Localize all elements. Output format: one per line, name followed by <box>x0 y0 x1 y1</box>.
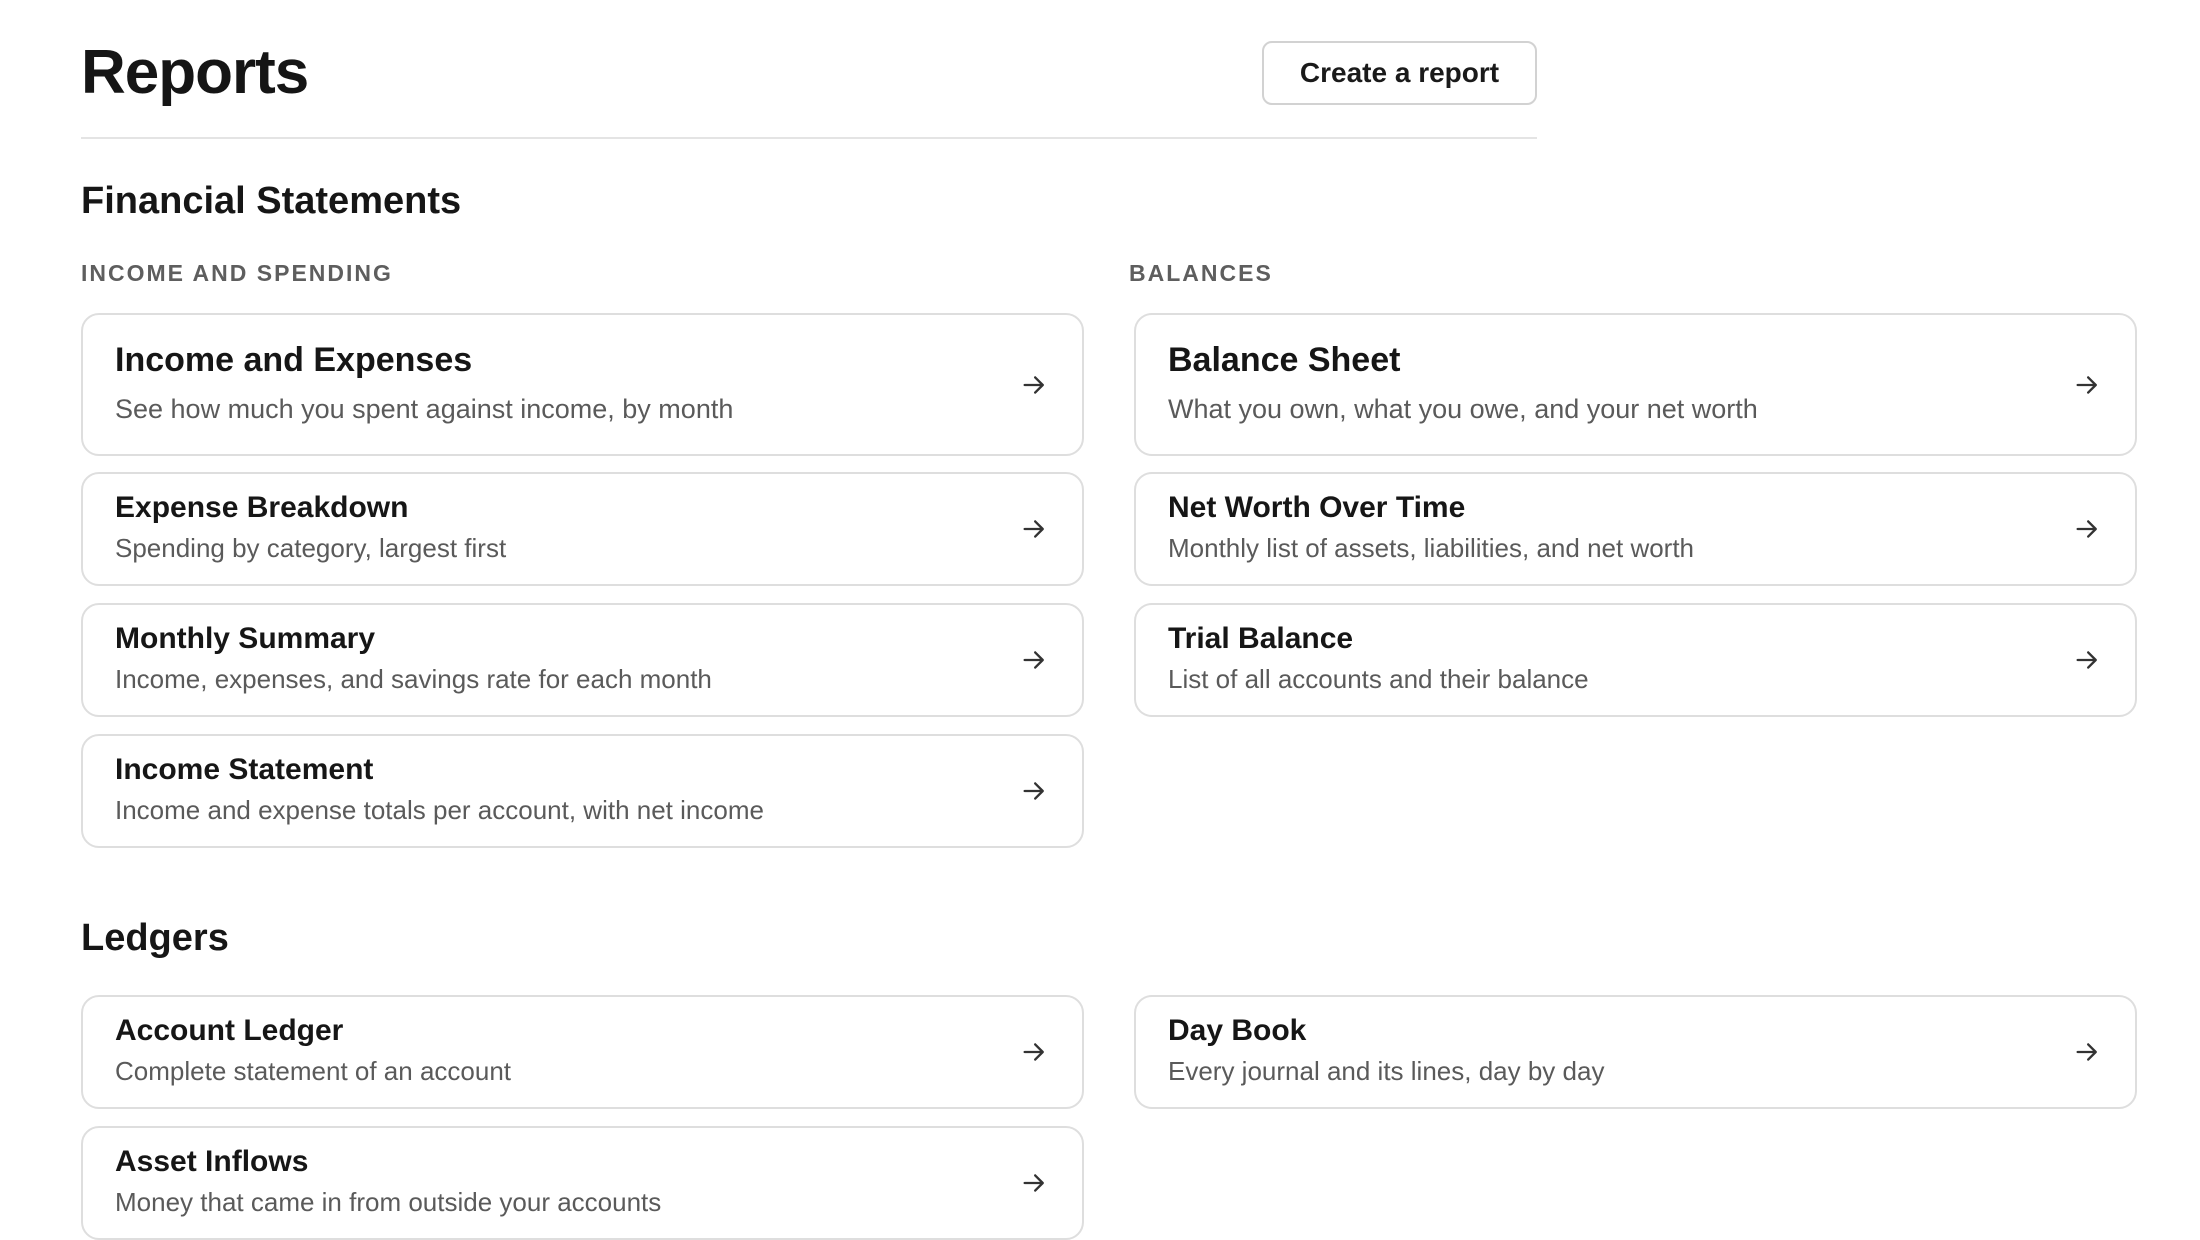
report-card-title: Monthly Summary <box>115 622 376 655</box>
report-card-description: Monthly list of assets, liabilities, and… <box>1168 533 1695 563</box>
section-title-financial-statements: Financial Statements <box>81 180 462 222</box>
report-card-description: List of all accounts and their balance <box>1168 664 1589 694</box>
report-card-title: Day Book <box>1168 1014 1307 1047</box>
report-card-balance-sheet[interactable]: Balance Sheet What you own, what you owe… <box>1134 313 2137 456</box>
page-header: Reports Create a report <box>81 36 1537 139</box>
arrow-right-icon <box>1023 1174 1044 1192</box>
report-card-description: What you own, what you owe, and your net… <box>1168 394 1758 424</box>
arrow-right-icon <box>2076 1043 2097 1061</box>
arrow-right-icon <box>1023 375 1044 394</box>
section-title-ledgers: Ledgers <box>81 917 229 959</box>
report-card-title: Income and Expenses <box>115 341 473 379</box>
report-card-title: Net Worth Over Time <box>1168 491 1466 524</box>
report-card-net-worth-over-time[interactable]: Net Worth Over Time Monthly list of asse… <box>1134 472 2137 586</box>
report-card-title: Balance Sheet <box>1168 341 1401 379</box>
page-title: Reports <box>81 38 309 107</box>
arrow-right-icon <box>2076 520 2097 538</box>
group-label-income-spending: INCOME AND SPENDING <box>81 260 393 286</box>
arrow-right-icon <box>2076 375 2097 394</box>
report-card-income-and-expenses[interactable]: Income and Expenses See how much you spe… <box>81 313 1084 456</box>
report-card-description: See how much you spent against income, b… <box>115 394 734 424</box>
report-card-description: Complete statement of an account <box>115 1056 512 1086</box>
arrow-right-icon <box>1023 782 1044 800</box>
arrow-right-icon <box>1023 651 1044 669</box>
report-card-title: Income Statement <box>115 753 374 786</box>
report-card-description: Money that came in from outside your acc… <box>115 1187 662 1217</box>
report-card-account-ledger[interactable]: Account Ledger Complete statement of an … <box>81 995 1084 1109</box>
report-card-day-book[interactable]: Day Book Every journal and its lines, da… <box>1134 995 2137 1109</box>
arrow-right-icon <box>2076 651 2097 669</box>
report-card-description: Income and expense totals per account, w… <box>115 795 764 825</box>
report-card-asset-inflows[interactable]: Asset Inflows Money that came in from ou… <box>81 1126 1084 1240</box>
report-card-description: Spending by category, largest first <box>115 533 507 563</box>
arrow-right-icon <box>1023 1043 1044 1061</box>
report-card-expense-breakdown[interactable]: Expense Breakdown Spending by category, … <box>81 472 1084 586</box>
report-card-description: Every journal and its lines, day by day <box>1168 1056 1605 1086</box>
arrow-right-icon <box>1023 520 1044 538</box>
report-card-title: Asset Inflows <box>115 1145 309 1178</box>
create-report-button[interactable]: Create a report <box>1262 41 1537 105</box>
report-card-income-statement[interactable]: Income Statement Income and expense tota… <box>81 734 1084 848</box>
report-card-title: Trial Balance <box>1168 622 1354 655</box>
report-card-description: Income, expenses, and savings rate for e… <box>115 664 712 694</box>
report-card-title: Expense Breakdown <box>115 491 409 524</box>
group-label-balances: BALANCES <box>1129 260 1273 286</box>
report-card-trial-balance[interactable]: Trial Balance List of all accounts and t… <box>1134 603 2137 717</box>
report-card-title: Account Ledger <box>115 1014 344 1047</box>
report-card-monthly-summary[interactable]: Monthly Summary Income, expenses, and sa… <box>81 603 1084 717</box>
